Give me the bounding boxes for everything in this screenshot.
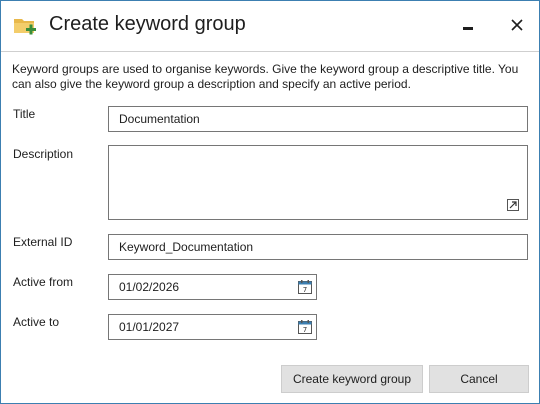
title-separator — [1, 51, 539, 52]
close-button[interactable] — [502, 11, 532, 39]
active-to-date-input[interactable] — [108, 314, 317, 340]
active-from-label: Active from — [13, 275, 74, 289]
description-label: Description — [13, 147, 74, 161]
description-textarea[interactable] — [108, 145, 528, 220]
title-bar: Create keyword group — [1, 1, 539, 51]
active-from-date-input[interactable] — [108, 274, 317, 300]
calendar-day-text: 7 — [303, 286, 307, 294]
external-id-label: External ID — [13, 235, 73, 249]
window-title: Create keyword group — [49, 13, 246, 35]
title-label: Title — [13, 107, 36, 121]
expand-icon[interactable] — [507, 199, 519, 211]
calendar-day-text: 7 — [303, 326, 307, 334]
calendar-icon[interactable]: 7 — [297, 319, 313, 335]
create-keyword-group-button[interactable]: Create keyword group — [281, 365, 423, 393]
external-id-input[interactable] — [108, 234, 528, 260]
title-input[interactable] — [108, 106, 528, 132]
close-icon — [511, 19, 523, 31]
create-keyword-group-dialog: Create keyword group Keyword groups are … — [0, 0, 540, 404]
active-to-label: Active to — [13, 315, 60, 329]
minimize-button[interactable] — [453, 11, 483, 39]
cancel-button[interactable]: Cancel — [429, 365, 529, 393]
minimize-icon — [463, 27, 473, 30]
intro-text: Keyword groups are used to organise keyw… — [12, 62, 519, 91]
calendar-icon[interactable]: 7 — [297, 279, 313, 295]
folder-add-icon — [14, 19, 36, 35]
